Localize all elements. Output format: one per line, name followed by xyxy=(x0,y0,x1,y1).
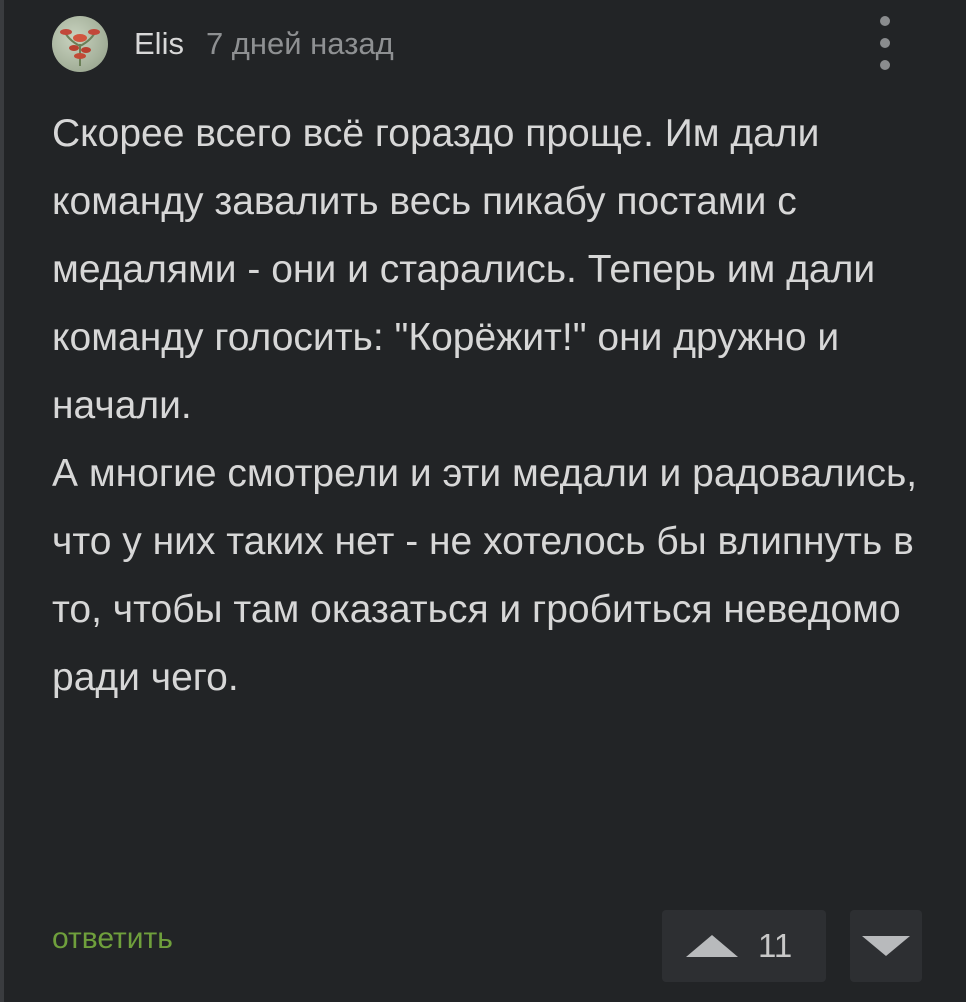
reply-button[interactable]: ответить xyxy=(52,922,173,956)
more-vertical-icon[interactable] xyxy=(870,16,900,70)
rating-count: 11 xyxy=(758,927,793,964)
comment-timestamp: 7 дней назад xyxy=(205,26,394,61)
comment-header: Elis 7 дней назад xyxy=(52,14,394,74)
upvote-button[interactable]: 11 xyxy=(662,910,826,982)
comment-paragraph: Скорее всего всё гораздо проще. Им дали … xyxy=(52,112,876,427)
kebab-dot xyxy=(880,60,890,70)
comment-body: Скорее всего всё гораздо проще. Им дали … xyxy=(52,100,932,712)
kebab-dot xyxy=(880,38,890,48)
triangle-down-icon xyxy=(862,936,910,956)
thread-line xyxy=(0,0,4,1002)
author-name[interactable]: Elis xyxy=(134,26,184,62)
avatar-flower-image xyxy=(60,29,100,66)
triangle-up-icon xyxy=(686,935,738,957)
comment-paragraph: А многие смотрели и эти медали и радовал… xyxy=(52,452,918,699)
kebab-dot xyxy=(880,16,890,26)
downvote-button[interactable] xyxy=(850,910,922,982)
avatar[interactable] xyxy=(52,16,108,72)
